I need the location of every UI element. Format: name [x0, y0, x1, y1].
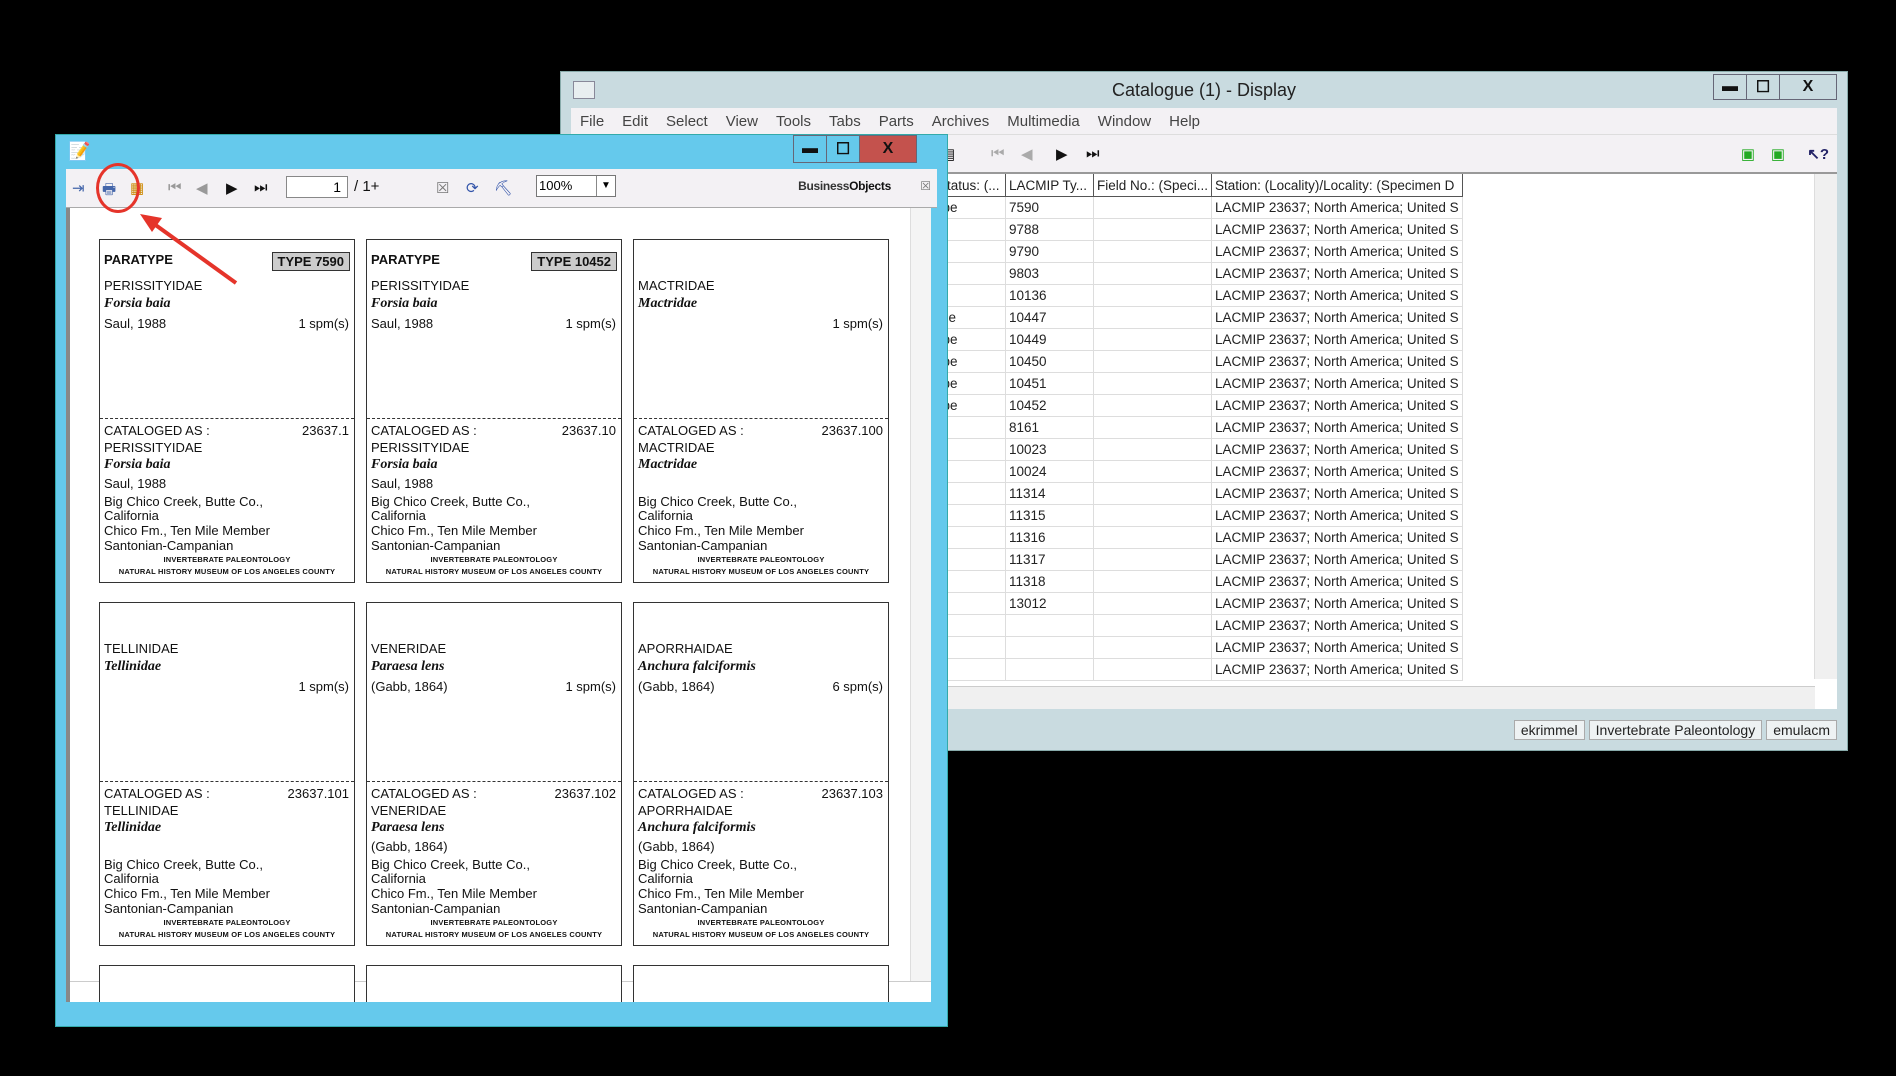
- annotation-arrow: [140, 214, 238, 285]
